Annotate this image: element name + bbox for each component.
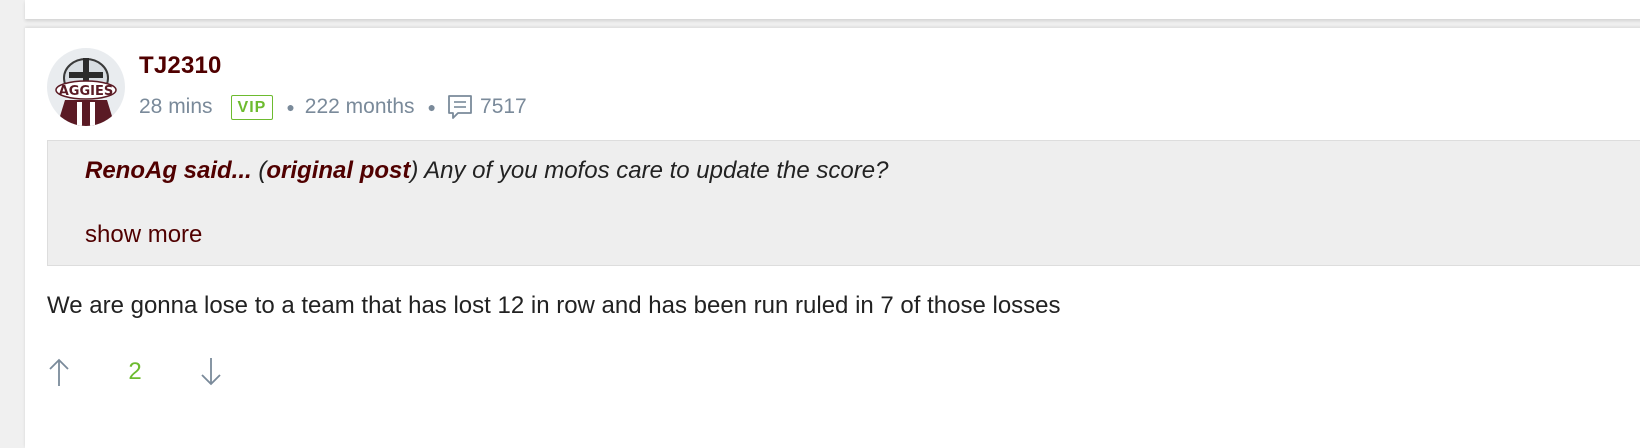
original-post-link[interactable]: original post (266, 157, 410, 184)
vip-badge: VIP (230, 94, 274, 120)
vote-score: 2 (128, 358, 142, 385)
separator-dot: ● (286, 99, 295, 115)
arrow-up-icon[interactable] (47, 356, 71, 388)
vote-bar: 2 (47, 354, 223, 390)
quote-text: RenoAg said... (original post) Any of yo… (85, 157, 888, 185)
quote-paren-open: ( (251, 157, 267, 184)
member-duration: 222 months (304, 95, 415, 118)
post-count: 7517 (480, 95, 527, 118)
post-time: 28 mins (139, 95, 213, 118)
quote-author: RenoAg said... (85, 157, 252, 184)
show-more-link[interactable]: show more (85, 221, 202, 249)
svg-text:AGGIES: AGGIES (59, 84, 113, 99)
arrow-down-icon[interactable] (199, 356, 223, 388)
post-meta: 28 mins VIP ● 222 months ● 7517 (139, 92, 527, 122)
username[interactable]: TJ2310 (139, 52, 222, 80)
forum-post: AGGIES TJ2310 28 mins VIP ● 222 months ●… (25, 28, 1640, 448)
avatar[interactable]: AGGIES (47, 48, 125, 126)
separator-dot: ● (427, 99, 437, 115)
comment-bubble-icon (446, 93, 474, 121)
post-body: We are gonna lose to a team that has los… (47, 292, 1061, 319)
quote-block: RenoAg said... (original post) Any of yo… (47, 140, 1640, 266)
previous-post-card (25, 0, 1640, 19)
quote-content: Any of you mofos care to update the scor… (418, 157, 889, 184)
avatar-image: AGGIES (47, 48, 125, 126)
